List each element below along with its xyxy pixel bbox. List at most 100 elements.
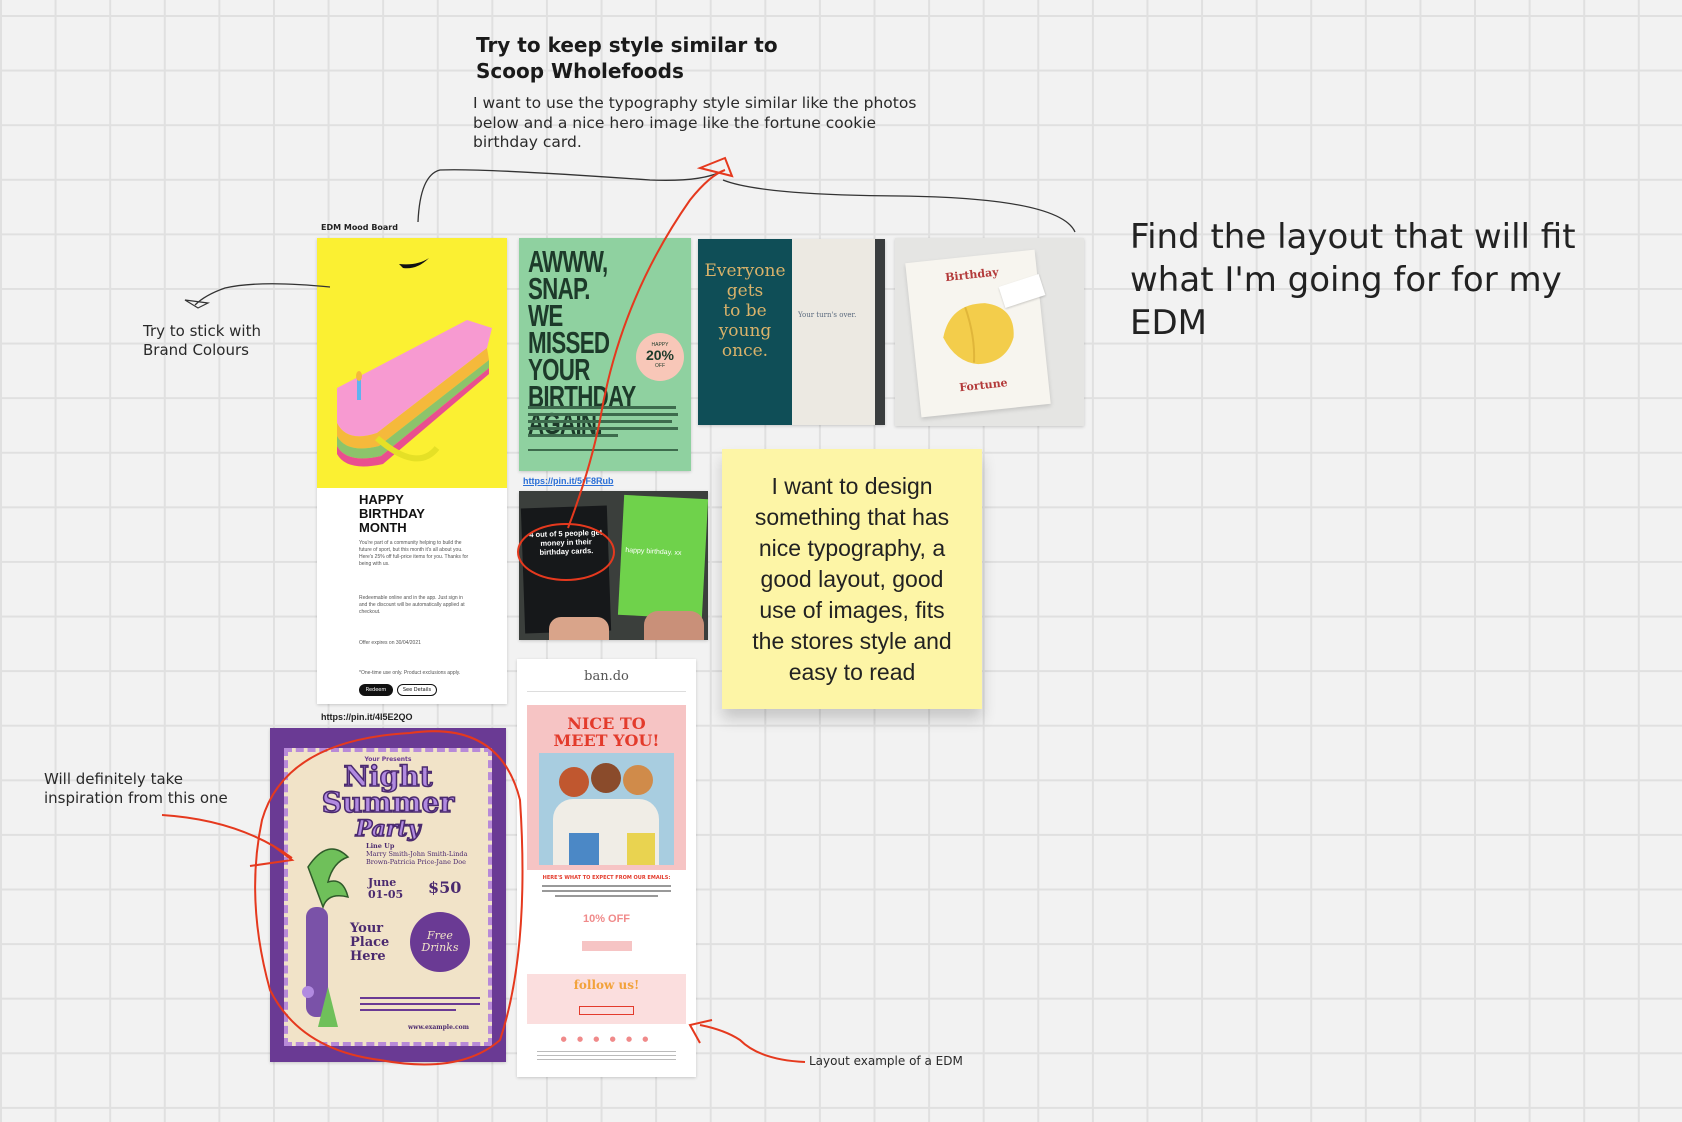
sticky-note-text: I want to design something that has nice… — [752, 472, 952, 685]
brand-arrowhead-icon — [184, 299, 211, 309]
nike-title-line3: MONTH — [359, 520, 407, 535]
bando-offer: 10% OFF — [582, 913, 631, 925]
awww-body-lines — [528, 406, 678, 451]
party-details-text — [360, 997, 480, 1017]
bando-email-card[interactable]: ban.do NICE TO MEET YOU! HERE'S WHAT TO … — [517, 659, 696, 1077]
summer-party-poster[interactable]: Your Presents Night Summer Party Line Up… — [270, 728, 506, 1062]
brand-arrow — [194, 283, 331, 306]
fortune-cookie-card[interactable]: Birthday Fortune — [895, 238, 1084, 426]
nike-title-line1: HAPPY — [359, 492, 404, 507]
party-url: www.example.com — [408, 1024, 469, 1031]
intro-line3: birthday card. — [473, 133, 582, 151]
bando-headline: NICE TO MEET YOU! — [527, 715, 686, 749]
nike-body-4: *One-time use only. Product exclusions a… — [359, 670, 461, 676]
intro-note: I want to use the typography style simil… — [473, 94, 916, 153]
bando-follow-button[interactable] — [579, 1006, 634, 1015]
inspiration-line2: inspiration from this one — [44, 789, 228, 807]
inspiration-note: Will definitely take inspiration from th… — [44, 770, 228, 808]
connector-line-1 — [417, 169, 721, 223]
intro-line2: below and a nice hero image like the for… — [473, 113, 877, 132]
party-place-3: Here — [350, 949, 386, 964]
nike-body-3: Offer expires on 30/04/2021 — [359, 640, 421, 646]
layout-example-note: Layout example of a EDM — [809, 1054, 963, 1068]
bando-headline-2: MEET YOU! — [553, 731, 660, 750]
intro-line1: I want to use the typography style simil… — [473, 94, 917, 112]
nike-email-card[interactable]: HAPPY BIRTHDAY MONTH You're part of a co… — [317, 238, 507, 704]
party-lineup-names: Marry Smith-John Smith-Linda Brown-Patri… — [366, 850, 468, 866]
awww-line3: WE MISSED — [528, 298, 610, 360]
bando-body — [542, 885, 671, 897]
hands-cards-photo[interactable]: 4 out of 5 people get money in their bir… — [519, 491, 708, 640]
teal-inside-text: Your turn's over. — [798, 311, 857, 319]
brand-colours-note: Try to stick with Brand Colours — [143, 322, 261, 360]
awww-badge-main: 20% — [645, 347, 675, 363]
party-date: June 01-05 — [368, 876, 404, 901]
teal-line3: to be — [723, 301, 767, 321]
find-line3: EDM — [1130, 303, 1207, 343]
awww-badge-bottom: OFF — [655, 363, 665, 369]
party-place-1: Your — [350, 921, 384, 936]
bando-headline-1: NICE TO — [567, 714, 646, 733]
brand-line1: Try to stick with — [143, 322, 261, 340]
party-price: $50 — [428, 878, 462, 897]
nike-title-line2: BIRTHDAY — [359, 506, 425, 521]
nike-hero — [317, 238, 507, 488]
connector-line-2 — [722, 179, 1076, 233]
bando-footer — [537, 1051, 676, 1060]
nike-redeem-button[interactable]: Redeem — [359, 684, 393, 696]
moodboard-label: EDM Mood Board — [321, 223, 398, 232]
fortune-card-body: Birthday Fortune — [905, 249, 1051, 418]
brand-line2: Brand Colours — [143, 341, 249, 359]
party-lineup-label: Line Up — [366, 842, 395, 850]
bando-follow: follow us! — [573, 978, 640, 992]
black-card-text: 4 out of 5 people get money in their bir… — [529, 527, 603, 557]
green-card: happy birthday. xx — [617, 494, 708, 620]
teal-line4: young — [718, 321, 772, 341]
hand-left — [549, 617, 609, 640]
swoosh-logo-icon — [399, 258, 429, 269]
poster-inner: Your Presents Night Summer Party Line Up… — [284, 748, 492, 1046]
board-heading: Try to keep style similar to Scoop Whole… — [476, 32, 778, 84]
teal-card-text: Everyone gets to be young once. — [698, 261, 792, 361]
pin-link-2[interactable]: https://pin.it/4I5E2QO — [321, 712, 413, 722]
party-lineup: Line Up Marry Smith-John Smith-Linda Bro… — [366, 842, 481, 866]
board-heading-line2: Scoop Wholefoods — [476, 59, 684, 83]
bando-nav — [527, 691, 686, 696]
red-arrow-bando — [699, 1024, 806, 1063]
nike-title: HAPPY BIRTHDAY MONTH — [359, 493, 425, 535]
inspiration-line1: Will definitely take — [44, 770, 184, 788]
black-card: 4 out of 5 people get money in their bir… — [520, 505, 612, 634]
bando-social-icons: ● ● ● ● ● ● — [560, 1035, 653, 1043]
awww-snap-card[interactable]: AWWW, SNAP. WE MISSED YOUR BIRTHDAY AGAI… — [519, 238, 691, 471]
sticky-note[interactable]: I want to design something that has nice… — [722, 449, 982, 709]
palm-plant-illustration — [302, 848, 350, 1027]
bando-hero: NICE TO MEET YOU! — [527, 705, 686, 870]
teal-card-front: Everyone gets to be young once. — [698, 239, 792, 425]
red-arrowhead-up-icon — [696, 156, 734, 178]
find-line1: Find the layout that will fit — [1130, 217, 1576, 257]
free-drinks-badge: Free Drinks — [410, 912, 470, 972]
pin-link-1[interactable]: https://pin.it/5rF8Rub — [523, 476, 614, 486]
awww-discount-badge: HAPPY 20% OFF — [636, 333, 684, 381]
bando-hero-photo — [539, 753, 674, 865]
board-heading-line1: Try to keep style similar to — [476, 33, 778, 57]
party-title-2: Summer — [321, 786, 455, 819]
party-place: Your Place Here — [350, 922, 389, 964]
teal-line5: once. — [721, 341, 769, 361]
nike-body-1: You're part of a community helping to bu… — [359, 540, 469, 567]
teal-line1: Everyone — [704, 261, 786, 281]
hand-right — [644, 611, 704, 640]
nike-details-button[interactable]: See Details — [397, 684, 437, 696]
teal-line2: gets — [726, 281, 764, 301]
teal-card-inside: Your turn's over. — [792, 239, 875, 425]
bando-code — [582, 941, 632, 951]
find-layout-note: Find the layout that will fit what I'm g… — [1130, 216, 1576, 345]
everyone-card-photo[interactable]: Everyone gets to be young once. Your tur… — [698, 239, 885, 425]
bando-follow-section: follow us! — [527, 974, 686, 1024]
bando-logo: ban.do — [584, 669, 629, 684]
nike-body-2: Redeemable online and in the app. Just s… — [359, 595, 465, 615]
party-place-2: Place — [350, 935, 390, 950]
find-line2: what I'm going for for my — [1130, 260, 1562, 300]
bando-subhead: HERE'S WHAT TO EXPECT FROM OUR EMAILS: — [542, 875, 671, 881]
cake-swoosh-illustration — [337, 258, 492, 467]
